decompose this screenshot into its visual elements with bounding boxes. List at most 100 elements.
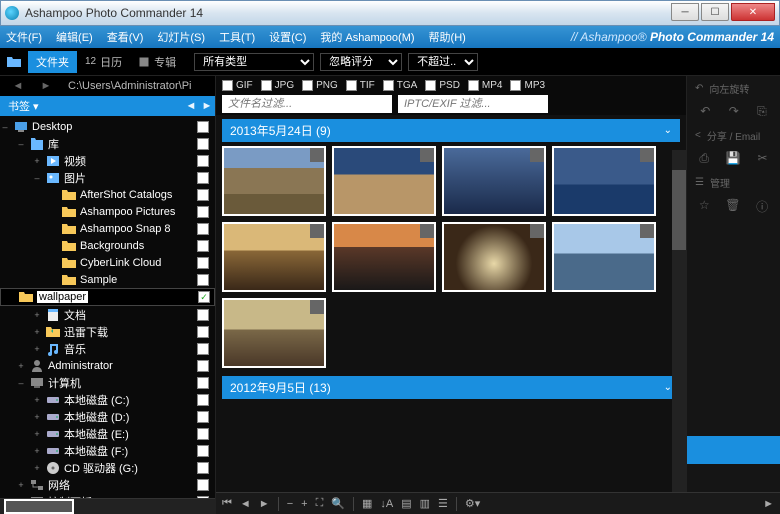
thumbnail[interactable] (552, 146, 656, 216)
more-filter-select[interactable]: 不超过... (408, 53, 478, 71)
menu-item[interactable]: 编辑(E) (56, 29, 93, 45)
tree-item[interactable]: +视频 (0, 152, 215, 169)
thumb-menu-icon[interactable] (640, 224, 654, 238)
tree-item[interactable]: +音乐 (0, 340, 215, 357)
tree-checkbox[interactable] (197, 394, 209, 406)
tree-checkbox[interactable] (197, 343, 209, 355)
view4-icon[interactable]: ☰ (438, 497, 448, 510)
filename-filter-input[interactable] (222, 95, 392, 113)
close-button[interactable]: ✕ (731, 3, 775, 21)
tree-item[interactable]: –计算机 (0, 374, 215, 391)
first-icon[interactable]: ⏮ (222, 497, 232, 510)
tree-item[interactable]: –图片 (0, 169, 215, 186)
save-icon[interactable]: 💾 (726, 151, 741, 166)
view1-icon[interactable]: ▦ (362, 497, 372, 510)
thumb-menu-icon[interactable] (530, 224, 544, 238)
share-button[interactable]: <分享 / Email (687, 123, 780, 147)
search-icon[interactable]: 🔍 (331, 497, 345, 510)
thumbnail[interactable] (222, 146, 326, 216)
format-check-tga[interactable]: TGA (383, 80, 418, 91)
format-check-psd[interactable]: PSD (425, 80, 460, 91)
tree-checkbox[interactable] (197, 206, 209, 218)
thumb-menu-icon[interactable] (310, 148, 324, 162)
tree-checkbox[interactable] (197, 377, 209, 389)
minimize-button[interactable]: ─ (671, 3, 699, 21)
cut-icon[interactable]: ✂ (758, 151, 768, 166)
tab-prev-icon[interactable]: ◄ (183, 100, 199, 112)
prev-icon[interactable]: ◄ (240, 498, 251, 510)
trash-icon[interactable]: 🗑 (725, 198, 740, 215)
tab-folder[interactable]: 文件夹 (28, 51, 77, 73)
tab-calendar[interactable]: 12日历 (77, 51, 130, 73)
view3-icon[interactable]: ▥ (420, 497, 430, 510)
thumb-menu-icon[interactable] (530, 148, 544, 162)
format-check-tif[interactable]: TIF (346, 80, 375, 91)
tree-item[interactable]: +本地磁盘 (E:) (0, 425, 215, 442)
thumbnail[interactable] (442, 146, 546, 216)
format-check-png[interactable]: PNG (302, 80, 338, 91)
tree-item[interactable]: Ashampoo Snap 8 (0, 220, 215, 237)
tree-checkbox[interactable] (197, 155, 209, 167)
tree-checkbox[interactable] (197, 121, 209, 133)
manage-button[interactable]: ☰管理 (687, 170, 780, 194)
thumbnail[interactable] (222, 298, 326, 368)
folder-open-icon[interactable] (2, 51, 26, 73)
menu-item[interactable]: 文件(F) (6, 29, 42, 45)
tree-checkbox[interactable] (197, 172, 209, 184)
tree-item[interactable]: +CD 驱动器 (G:) (0, 459, 215, 476)
tab-next-icon[interactable]: ► (199, 100, 215, 112)
rating-filter-select[interactable]: 忽略评分 (320, 53, 402, 71)
thumbnail[interactable] (332, 222, 436, 292)
tree-checkbox[interactable] (197, 138, 209, 150)
exif-filter-input[interactable] (398, 95, 548, 113)
menu-item[interactable]: 我的 Ashampoo(M) (320, 29, 414, 45)
thumb-menu-icon[interactable] (640, 148, 654, 162)
group-header[interactable]: 2012年9月5日 (13)⌄ (222, 376, 680, 399)
tree-item[interactable]: wallpaper✓ (0, 288, 215, 306)
tree-item[interactable]: Ashampoo Pictures (0, 203, 215, 220)
tree-checkbox[interactable]: ✓ (198, 291, 210, 303)
next-icon[interactable]: ► (259, 498, 270, 510)
tree-item[interactable]: +本地磁盘 (D:) (0, 408, 215, 425)
copy-icon[interactable]: ⎘ (757, 104, 767, 119)
redo-icon[interactable]: ↷ (729, 104, 739, 119)
folder-tree[interactable]: –Desktop–库+视频–图片AfterShot CatalogsAshamp… (0, 116, 215, 498)
address-bar[interactable]: C:\Users\Administrator\Pi (60, 80, 211, 92)
menu-item[interactable]: 幻灯片(S) (157, 29, 205, 45)
tree-item[interactable]: AfterShot Catalogs (0, 186, 215, 203)
tree-item[interactable]: Backgrounds (0, 237, 215, 254)
format-check-gif[interactable]: GIF (222, 80, 253, 91)
thumb-menu-icon[interactable] (420, 224, 434, 238)
tree-checkbox[interactable] (197, 240, 209, 252)
tree-checkbox[interactable] (197, 428, 209, 440)
tree-checkbox[interactable] (197, 411, 209, 423)
tree-item[interactable]: –库 (0, 135, 215, 152)
sort-icon[interactable]: ↓A (380, 498, 393, 510)
nav-back-icon[interactable]: ◄ (6, 75, 30, 97)
zoom-out-icon[interactable]: − (287, 498, 293, 510)
format-check-jpg[interactable]: JPG (261, 80, 294, 91)
tree-checkbox[interactable] (197, 479, 209, 491)
menu-item[interactable]: 查看(V) (107, 29, 144, 45)
tree-item[interactable]: –Desktop (0, 118, 215, 135)
group-header[interactable]: 2013年5月24日 (9)⌄ (222, 119, 680, 142)
maximize-button[interactable]: ☐ (701, 3, 729, 21)
tree-item[interactable]: +网络 (0, 476, 215, 493)
view2-icon[interactable]: ▤ (401, 497, 411, 510)
tree-checkbox[interactable] (197, 309, 209, 321)
tree-item[interactable]: Sample (0, 271, 215, 288)
sidebar-hscroll[interactable] (0, 498, 215, 514)
nav-fwd-icon[interactable]: ► (34, 75, 58, 97)
zoom-in-icon[interactable]: + (301, 498, 307, 510)
tree-checkbox[interactable] (197, 462, 209, 474)
gallery-vscroll[interactable] (672, 150, 686, 492)
rotate-left-button[interactable]: ↶向左旋转 (687, 76, 780, 100)
tree-checkbox[interactable] (197, 274, 209, 286)
tree-item[interactable]: +迅雷下载 (0, 323, 215, 340)
tree-checkbox[interactable] (197, 445, 209, 457)
format-check-mp4[interactable]: MP4 (468, 80, 503, 91)
thumb-menu-icon[interactable] (420, 148, 434, 162)
opts-icon[interactable]: ⚙▾ (465, 497, 480, 510)
collapse-icon[interactable]: ► (763, 498, 774, 510)
tree-checkbox[interactable] (197, 360, 209, 372)
